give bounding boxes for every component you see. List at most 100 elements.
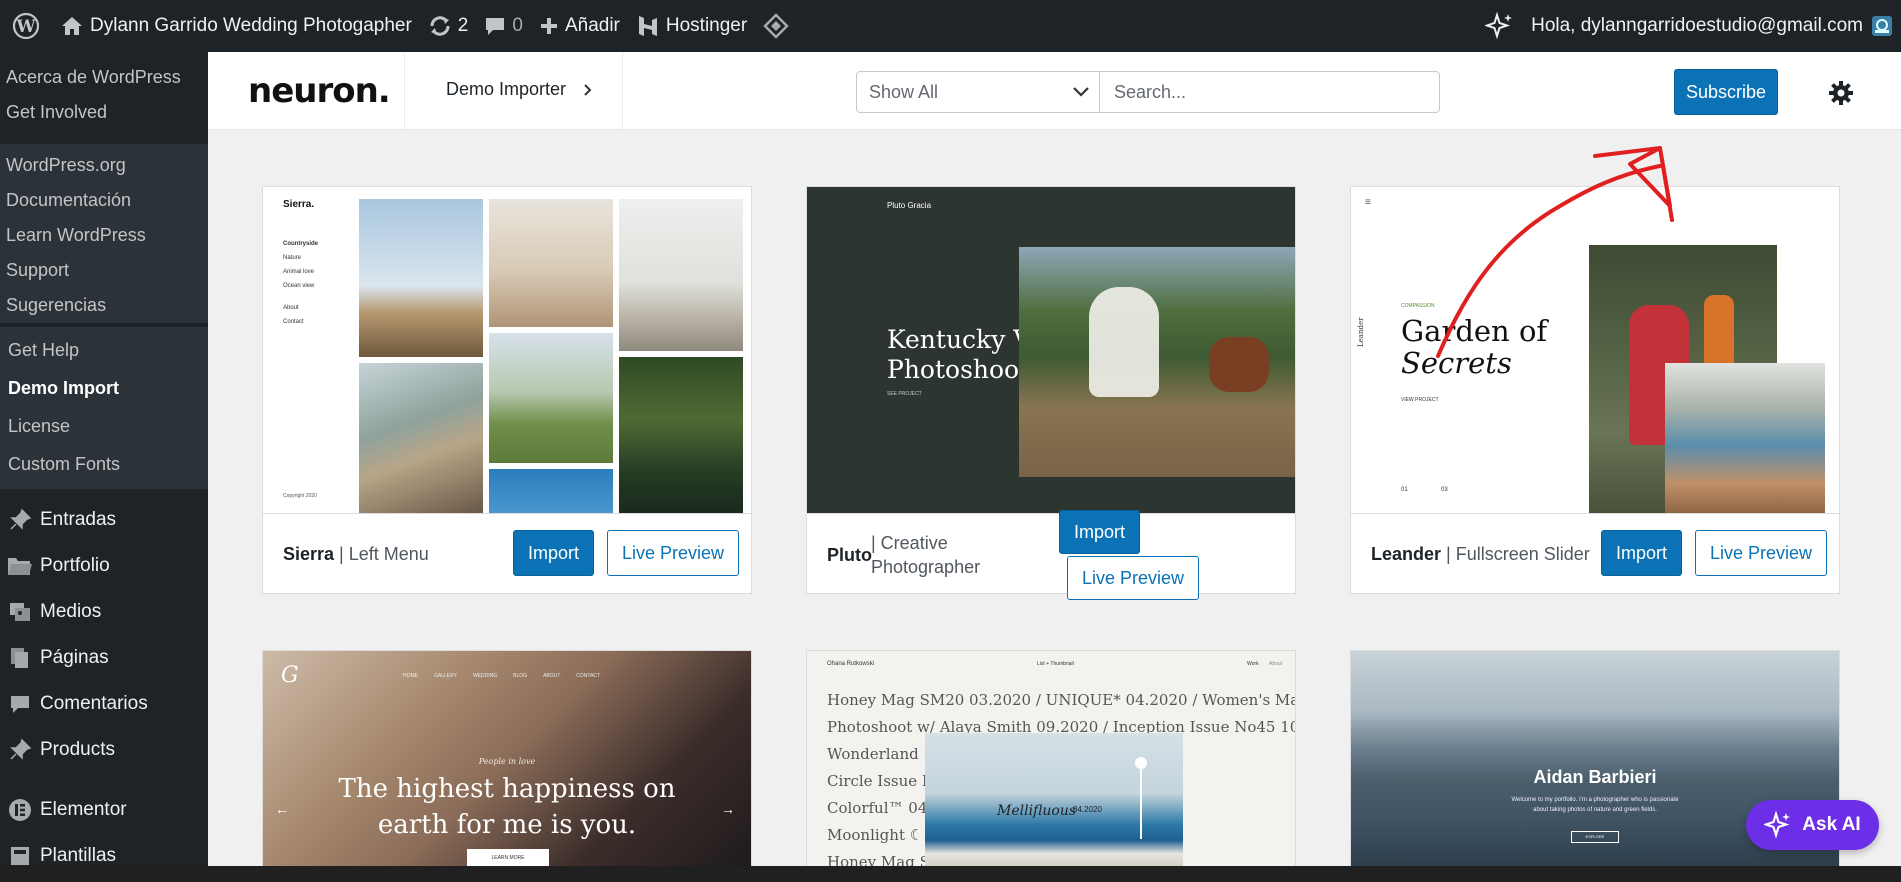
- leander-brand: Leander: [1357, 317, 1365, 347]
- sidebar-item-demo-import[interactable]: Demo Import: [0, 369, 208, 407]
- leander-counter-b: 03: [1441, 487, 1448, 493]
- site-name-link[interactable]: Dylann Garrido Wedding Photogapher: [52, 0, 420, 52]
- wedding-nav-item: BLOG: [513, 673, 528, 679]
- sidebar-item-paginas[interactable]: Páginas: [0, 635, 208, 681]
- arrow-left-icon: ←: [275, 801, 289, 817]
- sidebar-item-get-involved[interactable]: Get Involved: [0, 95, 208, 130]
- wordpress-logo-icon[interactable]: W: [0, 0, 52, 52]
- breadcrumb[interactable]: Demo Importer: [446, 79, 594, 100]
- gear-icon[interactable]: [1828, 80, 1854, 106]
- honey-brand: Ohana Rutkowski: [827, 661, 875, 667]
- sidebar-item-about-wordpress[interactable]: Acerca de WordPress: [0, 60, 208, 95]
- wedding-kicker: People in love: [478, 757, 536, 766]
- photo-sea: [489, 469, 613, 513]
- comments-count: 0: [512, 15, 523, 36]
- leander-link: VIEW PROJECT: [1401, 397, 1439, 403]
- sierra-menu-item: Nature: [283, 255, 302, 261]
- add-new-label: Añadir: [564, 15, 620, 36]
- wedding-headline: The highest happiness on: [338, 774, 676, 804]
- search-input[interactable]: [1100, 71, 1440, 113]
- sidebar-item-support[interactable]: Support: [0, 253, 208, 288]
- pin-icon: [6, 737, 34, 763]
- breadcrumb-label: Demo Importer: [446, 79, 567, 99]
- neuron-logo: neuron.: [248, 71, 391, 111]
- comments-link[interactable]: 0: [476, 0, 531, 52]
- sierra-menu-item: Countryside: [283, 241, 319, 247]
- import-button[interactable]: Import: [1601, 530, 1683, 576]
- aidan-headline: Aidan Barbieri: [1533, 767, 1657, 787]
- sidebar-item-custom-fonts[interactable]: Custom Fonts: [0, 445, 208, 483]
- ask-ai-button[interactable]: Ask AI: [1746, 800, 1879, 850]
- sidebar-label: Comentarios: [40, 693, 148, 714]
- refresh-icon: [430, 16, 450, 36]
- card-name: Leander: [1371, 544, 1442, 564]
- wedding-nav-item: GALLERY: [434, 673, 457, 679]
- sidebar-item-learn-wordpress[interactable]: Learn WordPress: [0, 218, 208, 253]
- diamond-icon: [763, 13, 789, 39]
- os-taskbar: [0, 866, 1901, 882]
- honey-overlay-date: 04.2020: [1073, 805, 1102, 814]
- sidebar-label: Entradas: [40, 509, 117, 530]
- pin-icon: [6, 507, 34, 533]
- sidebar-item-documentacion[interactable]: Documentación: [0, 183, 208, 218]
- card-name: Sierra: [283, 544, 335, 564]
- account-greeting: Hola, dylanngarridoestudio@gmail.com: [1531, 15, 1863, 36]
- live-preview-button[interactable]: Live Preview: [1695, 530, 1828, 576]
- import-button[interactable]: Import: [513, 530, 595, 576]
- home-icon: [62, 17, 82, 35]
- sidebar-item-medios[interactable]: Medios: [0, 589, 208, 635]
- comment-icon: [6, 691, 34, 717]
- hostinger-link[interactable]: Hostinger: [628, 0, 755, 52]
- sidebar-label: Medios: [40, 601, 102, 622]
- updates-link[interactable]: 2: [420, 0, 477, 52]
- photo-swing: [619, 357, 743, 513]
- pages-icon: [6, 645, 34, 671]
- live-preview-button[interactable]: Live Preview: [607, 530, 740, 576]
- sierra-thumbnail[interactable]: Sierra. Countryside Nature Animal love O…: [263, 187, 751, 513]
- sidebar-item-license[interactable]: License: [0, 407, 208, 445]
- plus-icon: [540, 18, 557, 34]
- elementor-icon: [6, 797, 34, 823]
- sidebar-item-get-help[interactable]: Get Help: [0, 331, 208, 369]
- add-new-link[interactable]: Añadir: [531, 0, 628, 52]
- sidebar-label: Páginas: [40, 647, 109, 668]
- sierra-copyright: Copyright 2020: [283, 493, 317, 499]
- demo-card-pluto: Pluto Gracia Kentucky Village Photoshoot…: [806, 186, 1296, 600]
- sidebar-item-wordpress-org[interactable]: WordPress.org: [0, 148, 208, 183]
- card-subtitle: Fullscreen Slider: [1455, 544, 1590, 564]
- wedding-nav-item: CONTACT: [576, 673, 601, 679]
- honey-nav-b: Work: [1247, 661, 1259, 667]
- live-preview-button[interactable]: Live Preview: [1067, 556, 1200, 600]
- plugin-diamond-link[interactable]: [755, 0, 797, 52]
- honey-nav-c: About: [1269, 661, 1283, 667]
- hostinger-label: Hostinger: [665, 15, 748, 36]
- sidebar-label: Elementor: [40, 799, 127, 820]
- photo-pier: Mellifluous 04.2020: [925, 733, 1183, 866]
- ai-sparkle-link[interactable]: [1477, 0, 1523, 52]
- sidebar-item-comentarios[interactable]: Comentarios: [0, 681, 208, 727]
- my-account-link[interactable]: Hola, dylanngarridoestudio@gmail.com: [1523, 0, 1901, 52]
- sierra-menu-item: Animal love: [283, 269, 315, 275]
- neuron-topbar: neuron. Demo Importer Show All Subscribe: [208, 52, 1901, 130]
- sidebar-item-elementor[interactable]: Elementor: [0, 787, 208, 833]
- card-subtitle: | Creative Photographer: [871, 533, 981, 577]
- wedding-monogram: G: [281, 663, 299, 688]
- sidebar-item-sugerencias[interactable]: Sugerencias: [0, 288, 208, 323]
- neuron-submenu: Get Help Demo Import License Custom Font…: [0, 327, 208, 489]
- sidebar-label: Products: [40, 739, 115, 760]
- subscribe-button[interactable]: Subscribe: [1674, 69, 1778, 115]
- import-button[interactable]: Import: [1059, 510, 1141, 554]
- wedding-thumbnail[interactable]: G HOME GALLERY WEDDING BLOG ABOUT CONTAC…: [263, 651, 751, 866]
- category-filter-select[interactable]: Show All: [856, 71, 1100, 113]
- admin-sidebar: Acerca de WordPress Get Involved WordPre…: [0, 52, 208, 882]
- menu-icon: ≡: [1365, 197, 1371, 208]
- sidebar-item-portfolio[interactable]: Portfolio: [0, 543, 208, 589]
- sparkle-icon: [1485, 11, 1513, 40]
- honey-thumbnail[interactable]: Ohana Rutkowski List + Thumbnail Work Ab…: [807, 651, 1295, 866]
- wedding-nav-item: ABOUT: [543, 673, 561, 679]
- wedding-headline: earth for me is you.: [377, 810, 637, 840]
- honey-line: Honey Mag SM20 03.2020 / UNIQUE* 04.2020…: [827, 691, 1295, 709]
- sidebar-item-products[interactable]: Products: [0, 727, 208, 773]
- sidebar-item-entradas[interactable]: Entradas: [0, 497, 208, 543]
- pluto-thumbnail[interactable]: Pluto Gracia Kentucky Village Photoshoot…: [807, 187, 1295, 513]
